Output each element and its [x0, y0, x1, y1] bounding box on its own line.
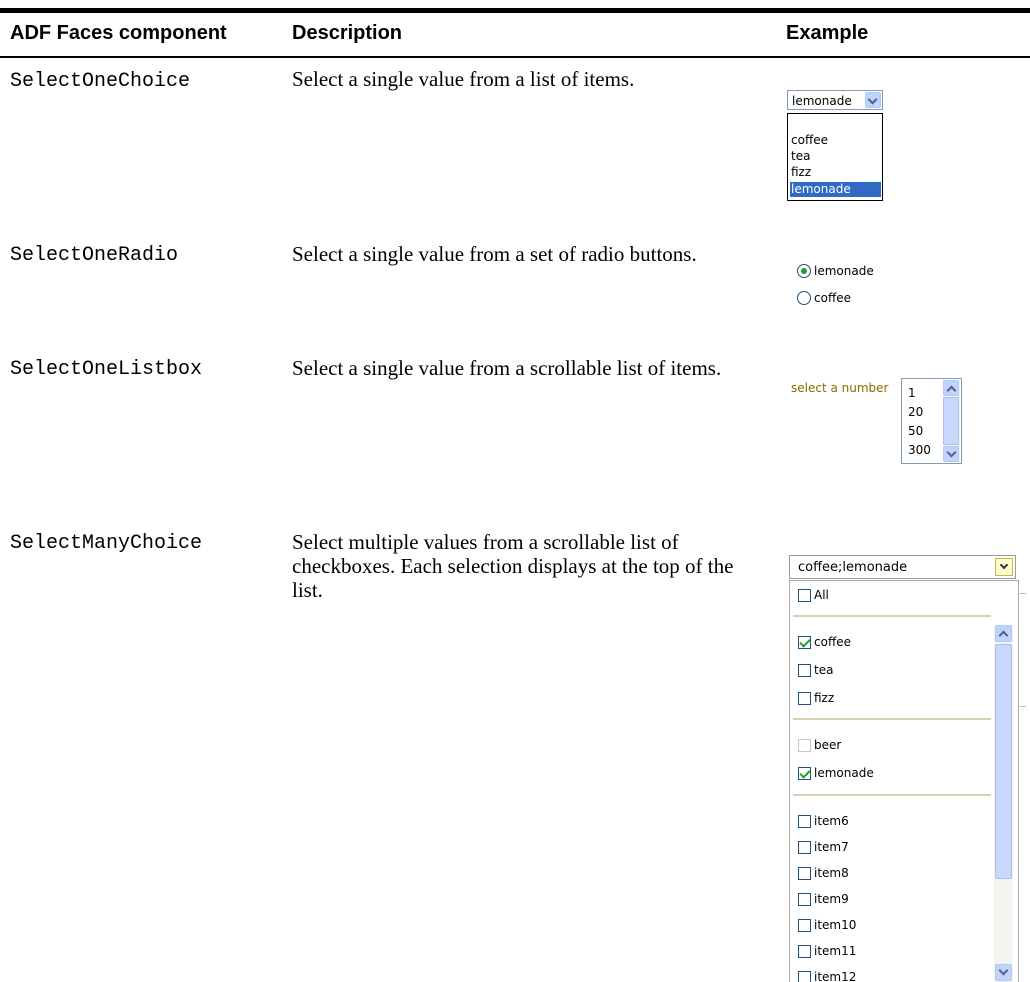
listbox-scrollbar[interactable]: [943, 380, 960, 462]
checkbox-all[interactable]: [798, 589, 811, 602]
component-name: SelectManyChoice: [10, 532, 203, 555]
checkbox-checked[interactable]: [798, 767, 811, 780]
checkbox-label: item10: [814, 918, 857, 932]
popup-scrollbar[interactable]: [994, 625, 1013, 982]
component-description: Select multiple values from a scrollable…: [292, 530, 734, 602]
checkbox[interactable]: [798, 893, 811, 906]
checkbox[interactable]: [798, 841, 811, 854]
component-description: Select a single value from a scrollable …: [292, 356, 722, 380]
header-description: Description: [292, 22, 403, 44]
top-rule: [0, 8, 1030, 13]
checkbox[interactable]: [798, 971, 811, 982]
select-many-choice-popup: All coffee tea fizz beer lemonade item6 …: [789, 580, 1019, 982]
header-example: Example: [786, 22, 869, 44]
list-item[interactable]: 50: [908, 424, 923, 438]
select-many-choice-field[interactable]: coffee;lemonade: [789, 555, 1016, 579]
select-one-choice-dropdown[interactable]: lemonade: [787, 90, 883, 110]
select-one-choice-value: lemonade: [792, 94, 852, 108]
checkbox-label: item7: [814, 840, 849, 854]
select-one-choice-options: coffee tea fizz lemonade: [787, 113, 883, 201]
radio-button[interactable]: [797, 291, 811, 305]
radio-label: coffee: [814, 291, 851, 305]
checkbox-checked[interactable]: [798, 636, 811, 649]
radio-label: lemonade: [814, 264, 874, 278]
checkbox[interactable]: [798, 692, 811, 705]
component-description: Select a single value from a list of ite…: [292, 67, 635, 91]
option-item-selected[interactable]: lemonade: [790, 182, 881, 197]
list-item[interactable]: 300: [908, 443, 931, 457]
checkbox-label: tea: [814, 663, 834, 677]
checkbox-label: lemonade: [814, 766, 874, 780]
checkbox[interactable]: [798, 664, 811, 677]
select-many-choice-value: coffee;lemonade: [798, 560, 908, 575]
checkbox-label: beer: [814, 738, 842, 752]
checkbox[interactable]: [798, 867, 811, 880]
option-item[interactable]: fizz: [790, 165, 881, 180]
checkbox-disabled: [798, 739, 811, 752]
list-item[interactable]: 1: [908, 386, 916, 400]
select-one-listbox[interactable]: 1 20 50 300: [901, 378, 962, 464]
checkbox-label: item9: [814, 892, 849, 906]
option-item[interactable]: coffee: [790, 133, 881, 148]
checkbox-label: item11: [814, 944, 857, 958]
scroll-down-icon[interactable]: [943, 446, 959, 462]
divider: [1020, 593, 1026, 594]
option-item[interactable]: tea: [790, 149, 881, 164]
header-component: ADF Faces component: [10, 22, 227, 44]
list-item[interactable]: 20: [908, 405, 923, 419]
listbox-label: select a number: [791, 381, 889, 395]
scroll-thumb[interactable]: [995, 644, 1012, 879]
checkbox-label: item8: [814, 866, 849, 880]
checkbox-label: item6: [814, 814, 849, 828]
checkbox[interactable]: [798, 815, 811, 828]
divider: [793, 615, 991, 617]
scroll-thumb[interactable]: [943, 397, 959, 445]
checkbox-label: coffee: [814, 635, 851, 649]
scroll-up-icon[interactable]: [995, 625, 1012, 642]
header-rule: [0, 56, 1030, 58]
component-name: SelectOneChoice: [10, 70, 191, 93]
divider: [793, 718, 991, 720]
checkbox-label: item12: [814, 970, 857, 982]
scroll-down-icon[interactable]: [995, 964, 1012, 981]
checkbox-label: fizz: [814, 691, 835, 705]
checkbox[interactable]: [798, 919, 811, 932]
component-name: SelectOneListbox: [10, 358, 203, 381]
divider: [1020, 706, 1026, 707]
radio-button-selected[interactable]: [797, 264, 811, 278]
chevron-down-icon[interactable]: [995, 558, 1013, 576]
chevron-down-icon[interactable]: [865, 92, 881, 108]
component-name: SelectOneRadio: [10, 244, 179, 267]
divider: [793, 794, 991, 796]
checkbox[interactable]: [798, 945, 811, 958]
checkbox-label: All: [814, 588, 829, 602]
scroll-up-icon[interactable]: [943, 380, 959, 396]
component-description: Select a single value from a set of radi…: [292, 242, 697, 266]
